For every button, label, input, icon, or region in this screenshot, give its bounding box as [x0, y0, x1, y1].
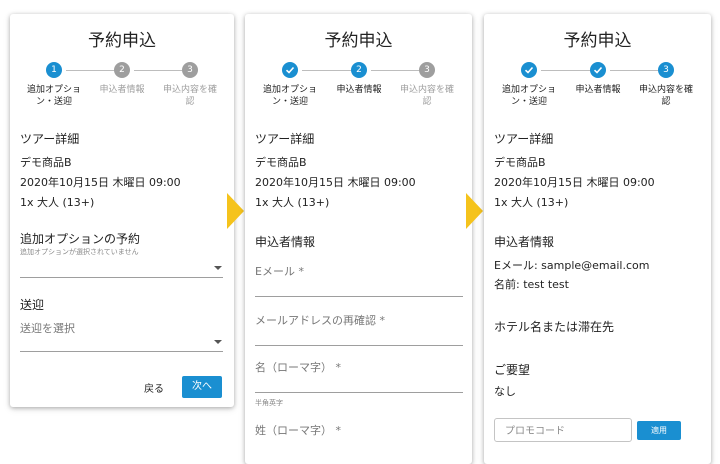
- tour-details-heading: ツアー詳細: [20, 132, 80, 146]
- stepper: 3 追加オプショ ン・送迎 申込者情報 申込内容を確 認: [484, 62, 711, 112]
- step-1-label: 追加オプショ ン・送迎: [26, 85, 81, 107]
- step-2-indicator: [590, 62, 606, 78]
- first-name-field[interactable]: 名（ローマ字） *: [255, 357, 463, 395]
- booking-step3-card: 予約申込 3 追加オプショ ン・送迎 申込者情報 申込内容を確 認 ツアー詳細 …: [484, 14, 711, 464]
- applicant-heading: 申込者情報: [494, 235, 555, 249]
- step-2-label: 申込者情報: [336, 85, 382, 95]
- check-icon: [593, 66, 603, 74]
- form-title: 予約申込: [324, 31, 393, 51]
- last-name-label: 姓（ローマ字） *: [255, 424, 341, 437]
- addon-select[interactable]: [20, 256, 223, 278]
- step-3-label: 申込内容を確 認: [399, 85, 454, 107]
- first-name-hint: 半角英字: [255, 399, 283, 407]
- step-3-label: 申込内容を確 認: [638, 85, 693, 107]
- last-name-field[interactable]: 姓（ローマ字） *: [255, 420, 463, 458]
- step-3-indicator: 3: [658, 62, 674, 78]
- step-connector: [371, 70, 419, 71]
- first-name-underline: [255, 392, 463, 393]
- step-connector: [610, 70, 658, 71]
- first-name-label: 名（ローマ字） *: [255, 361, 341, 374]
- stepper: 2 3 追加オプショ ン・送迎 申込者情報 申込内容を確 認: [245, 62, 472, 112]
- guest-count: 1x 大人 (13+): [20, 196, 95, 209]
- step-3-label: 申込内容を確 認: [162, 85, 217, 107]
- apply-button[interactable]: 適用: [637, 421, 681, 440]
- form-title: 予約申込: [88, 31, 156, 51]
- addon-heading: 追加オプションの予約: [20, 232, 141, 246]
- email-confirm-underline: [255, 345, 463, 346]
- next-button[interactable]: 次へ: [182, 376, 222, 398]
- tour-datetime: 2020年10月15日 木曜日 09:00: [255, 176, 416, 189]
- step-1-indicator: 1: [46, 62, 62, 78]
- guest-count: 1x 大人 (13+): [494, 196, 569, 209]
- email-underline: [255, 296, 463, 297]
- step-2-indicator: 2: [114, 62, 130, 78]
- step-2-label: 申込者情報: [575, 85, 621, 95]
- step-1-indicator: [282, 62, 298, 78]
- transfer-select-underline: [20, 351, 223, 352]
- form-title: 予約申込: [563, 31, 632, 51]
- email-summary: Eメール: sample@email.com: [494, 259, 650, 272]
- booking-step2-card: 予約申込 2 3 追加オプショ ン・送迎 申込者情報 申込内容を確 認 ツアー詳…: [245, 14, 472, 464]
- hotel-heading: ホテル名または滞在先: [494, 320, 615, 334]
- promo-code-box: [494, 418, 632, 442]
- step-2-indicator: 2: [351, 62, 367, 78]
- email-field[interactable]: Eメール *: [255, 261, 463, 299]
- stepper: 1 2 3 追加オプショ ン・送迎 申込者情報 申込内容を確 認: [10, 62, 234, 112]
- email-confirm-field[interactable]: メールアドレスの再確認 *: [255, 310, 463, 348]
- check-icon: [524, 66, 534, 74]
- tour-details-heading: ツアー詳細: [494, 132, 554, 146]
- step-connector: [302, 70, 352, 71]
- caret-down-icon: [214, 340, 222, 344]
- tour-details-heading: ツアー詳細: [255, 132, 315, 146]
- promo-code-input[interactable]: [503, 425, 627, 438]
- requests-heading: ご要望: [494, 363, 531, 377]
- transfer-heading: 送迎: [20, 298, 45, 312]
- transfer-placeholder: 送迎を選択: [20, 322, 75, 335]
- arrow-right-icon: [227, 193, 244, 229]
- step-connector: [66, 70, 116, 71]
- tour-datetime: 2020年10月15日 木曜日 09:00: [20, 176, 181, 189]
- caret-down-icon: [214, 266, 222, 270]
- requests-value: なし: [494, 385, 516, 398]
- name-summary: 名前: test test: [494, 278, 569, 291]
- email-label: Eメール *: [255, 265, 304, 278]
- step-1-label: 追加オプショ ン・送迎: [262, 85, 317, 107]
- check-icon: [285, 66, 295, 74]
- addon-select-underline: [20, 277, 223, 278]
- step-3-indicator: 3: [182, 62, 198, 78]
- step-1-label: 追加オプショ ン・送迎: [501, 85, 556, 107]
- back-button[interactable]: 戻る: [144, 380, 164, 395]
- tour-datetime: 2020年10月15日 木曜日 09:00: [494, 176, 655, 189]
- step-3-indicator: 3: [419, 62, 435, 78]
- step-1-indicator: [521, 62, 537, 78]
- product-name: デモ商品B: [494, 156, 546, 169]
- transfer-select[interactable]: 送迎を選択: [20, 318, 223, 352]
- step-2-label: 申込者情報: [99, 85, 145, 95]
- product-name: デモ商品B: [20, 156, 72, 169]
- product-name: デモ商品B: [255, 156, 307, 169]
- step-connector: [541, 70, 591, 71]
- booking-step1-card: 予約申込 1 2 3 追加オプショ ン・送迎 申込者情報 申込内容を確 認 ツア…: [10, 14, 234, 407]
- guest-count: 1x 大人 (13+): [255, 196, 330, 209]
- email-confirm-label: メールアドレスの再確認 *: [255, 314, 385, 327]
- arrow-right-icon: [466, 193, 483, 229]
- applicant-heading: 申込者情報: [255, 235, 316, 249]
- step-connector: [134, 70, 182, 71]
